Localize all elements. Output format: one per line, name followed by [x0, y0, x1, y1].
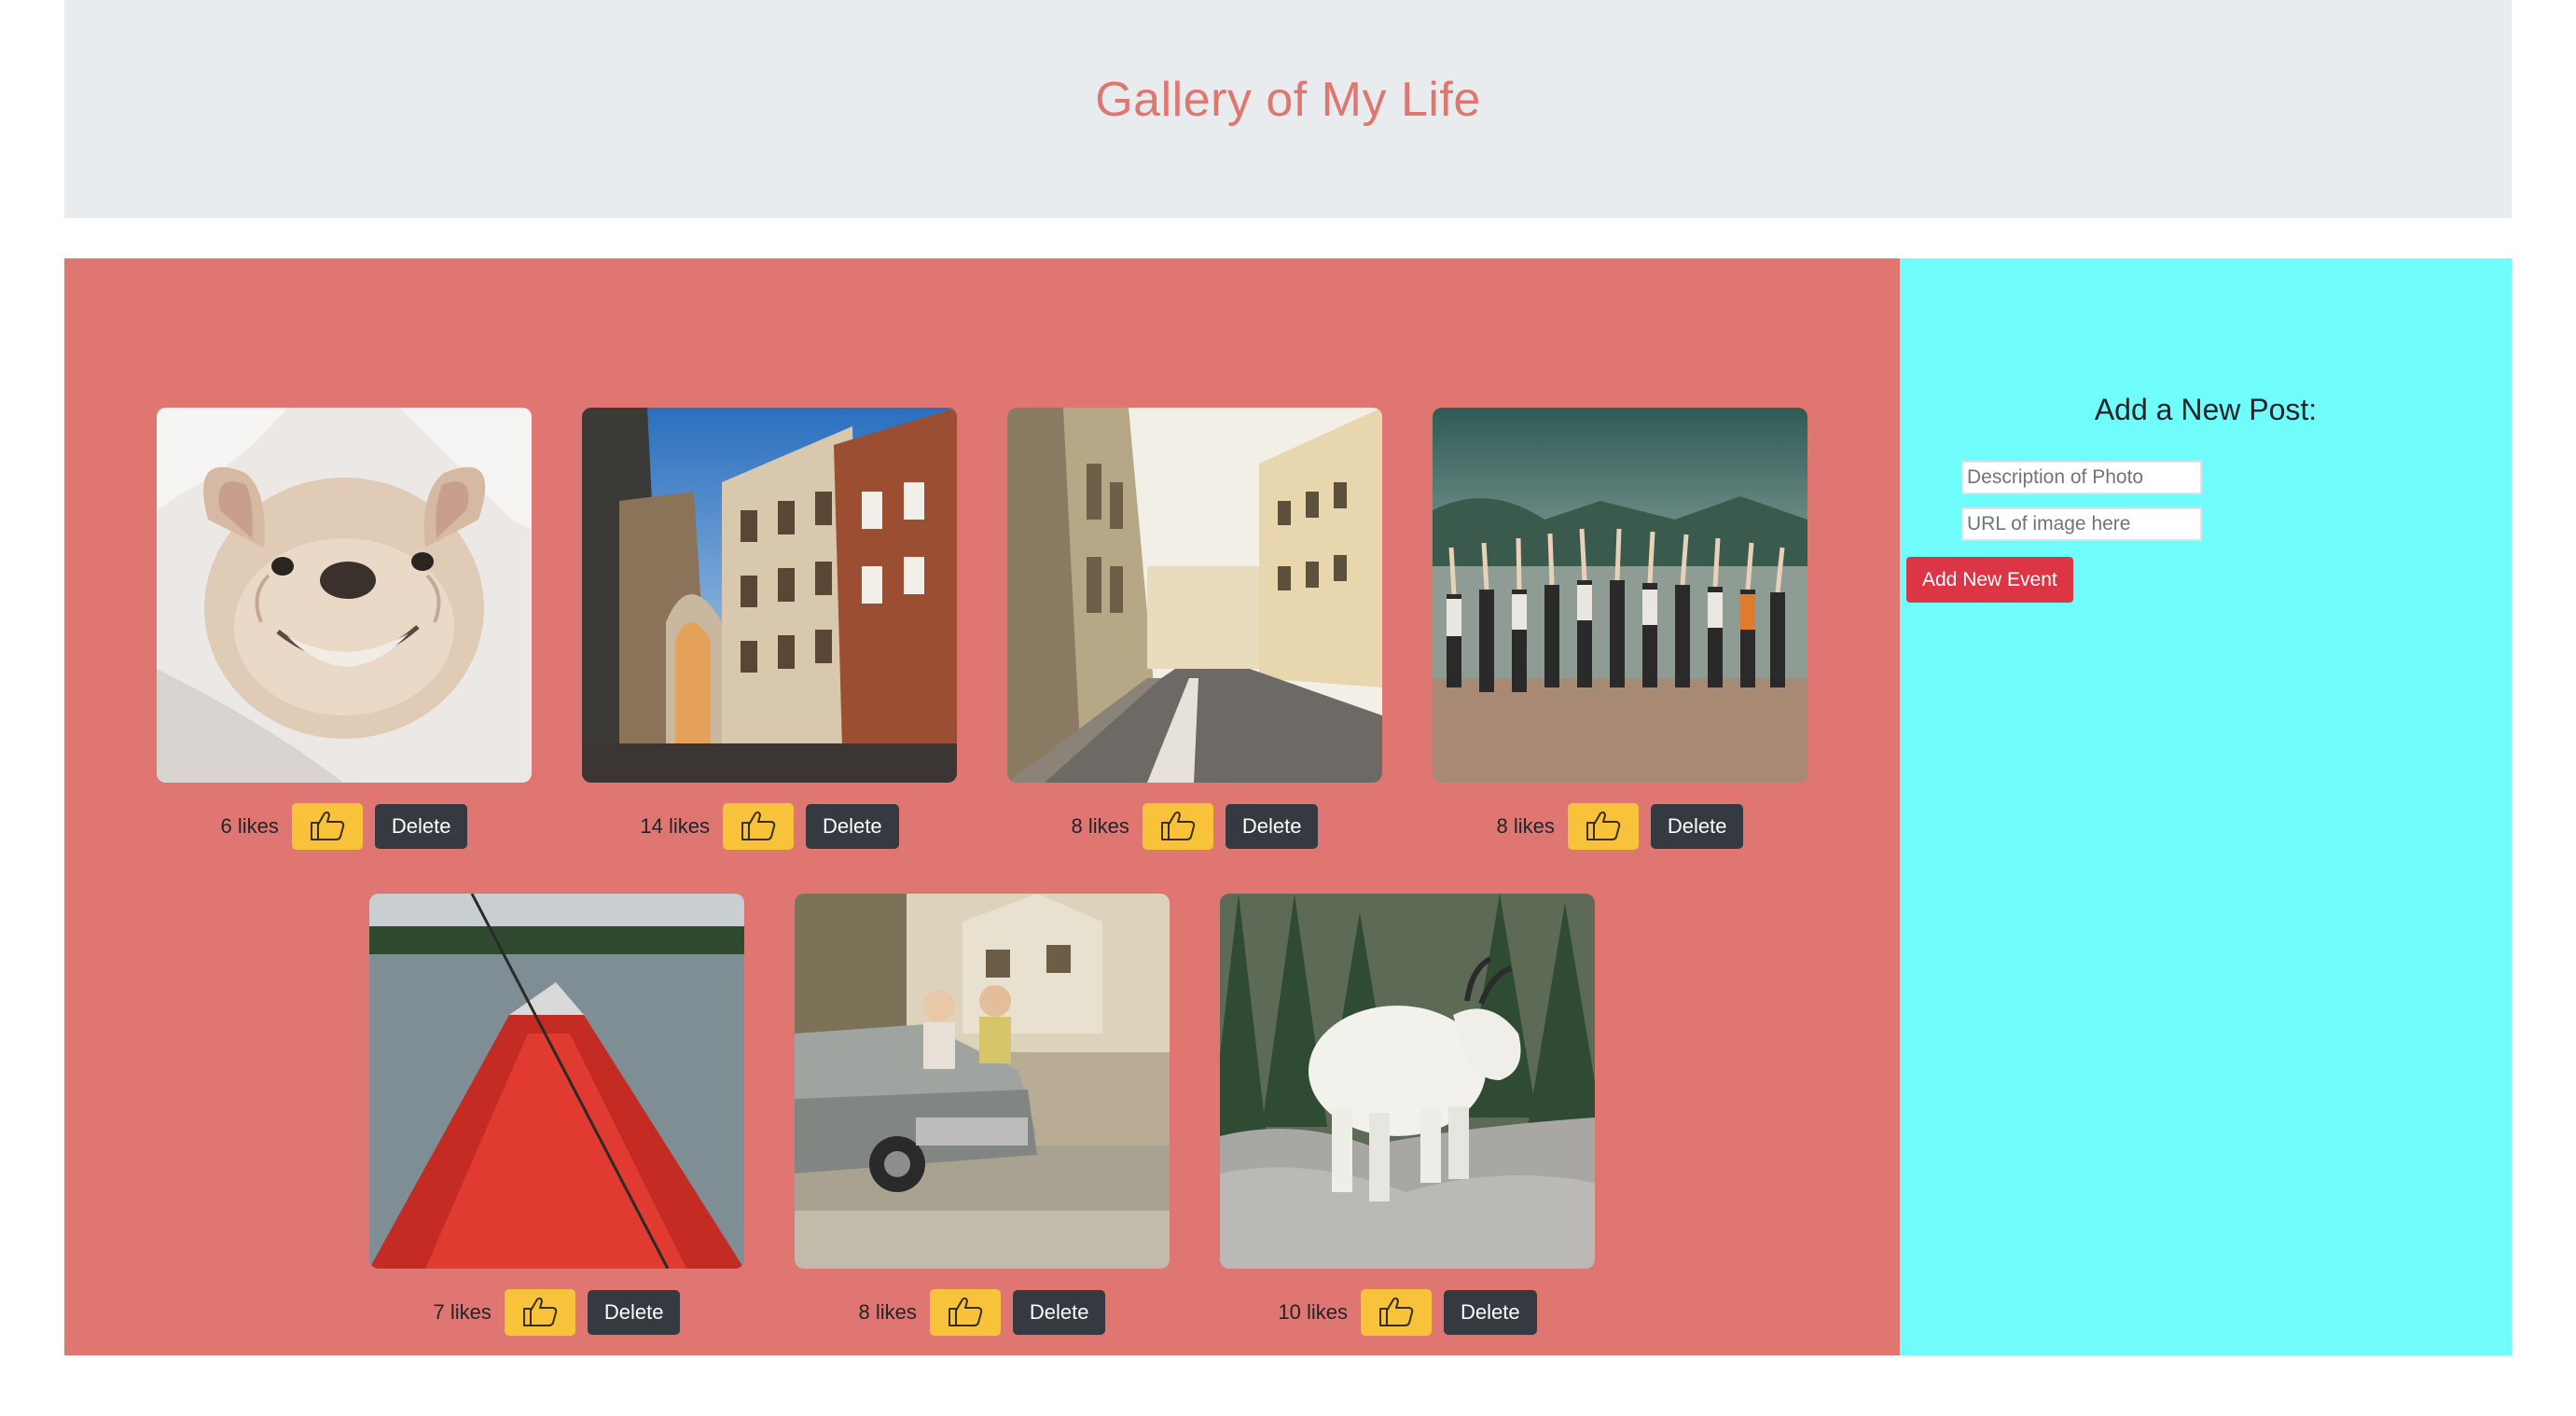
new-post-title: Add a New Post: [2094, 393, 2318, 426]
post-controls: 8 likes Delete [1072, 803, 1319, 850]
thumbs-up-icon [947, 1296, 984, 1330]
like-button[interactable] [723, 803, 794, 850]
photo-bulldog [157, 408, 532, 783]
header: Gallery of My Life [64, 0, 2512, 218]
like-button[interactable] [1361, 1289, 1432, 1336]
likes-count: 7 likes [433, 1300, 492, 1324]
like-button[interactable] [1567, 803, 1639, 850]
like-button[interactable] [1142, 803, 1213, 850]
gallery-panel: 6 likes Delete 14 likes Delete 8 likes D… [64, 258, 1900, 1355]
post-controls: 10 likes Delete [1278, 1289, 1537, 1336]
photo-card: 8 likes Delete [795, 894, 1170, 1336]
thumbs-up-icon [521, 1296, 559, 1330]
post-controls: 6 likes Delete [221, 803, 468, 850]
photo-yoga-group [1433, 408, 1807, 783]
delete-button[interactable]: Delete [806, 804, 899, 849]
photo-mountain-goat [1220, 894, 1595, 1269]
new-post-panel: Add a New Post: Add New Event [1900, 258, 2512, 1355]
page: Gallery of My Life 6 likes Delete 14 lik… [0, 0, 2576, 1416]
gallery-row: 6 likes Delete 14 likes Delete 8 likes D… [64, 408, 1900, 850]
like-button[interactable] [504, 1289, 575, 1336]
like-button[interactable] [929, 1289, 1001, 1336]
thumbs-up-icon [1159, 810, 1197, 844]
photo-card: 10 likes Delete [1220, 894, 1595, 1336]
likes-count: 8 likes [1071, 814, 1129, 838]
delete-button[interactable]: Delete [1650, 804, 1744, 849]
likes-count: 10 likes [1278, 1300, 1348, 1324]
post-controls: 8 likes Delete [859, 1289, 1106, 1336]
photo-kids-car [795, 894, 1170, 1269]
photo-card: 6 likes Delete [157, 408, 532, 850]
likes-count: 8 likes [858, 1300, 917, 1324]
delete-button[interactable]: Delete [1444, 1290, 1537, 1335]
thumbs-up-icon [309, 810, 346, 844]
add-new-event-button[interactable]: Add New Event [1906, 557, 2073, 603]
post-controls: 8 likes Delete [1497, 803, 1744, 850]
photo-card: 14 likes Delete [582, 408, 957, 850]
delete-button[interactable]: Delete [587, 1290, 681, 1335]
image-url-input[interactable] [1961, 507, 2202, 541]
description-input[interactable] [1961, 461, 2202, 494]
likes-count: 14 likes [640, 814, 710, 838]
page-title: Gallery of My Life [1095, 73, 1481, 127]
thumbs-up-icon [1585, 810, 1622, 844]
likes-count: 6 likes [220, 814, 279, 838]
photo-archway-street [582, 408, 957, 783]
thumbs-up-icon [1378, 1296, 1415, 1330]
like-button[interactable] [291, 803, 363, 850]
gallery-row: 7 likes Delete 8 likes Delete 10 likes D… [64, 894, 1900, 1336]
photo-canoe [369, 894, 744, 1269]
thumbs-up-icon [740, 810, 777, 844]
delete-button[interactable]: Delete [1225, 804, 1319, 849]
likes-count: 8 likes [1496, 814, 1555, 838]
delete-button[interactable]: Delete [1012, 1290, 1106, 1335]
post-controls: 14 likes Delete [640, 803, 899, 850]
photo-paris-street [1007, 408, 1382, 783]
delete-button[interactable]: Delete [374, 804, 468, 849]
post-controls: 7 likes Delete [434, 1289, 681, 1336]
photo-card: 8 likes Delete [1433, 408, 1807, 850]
photo-card: 7 likes Delete [369, 894, 744, 1336]
photo-card: 8 likes Delete [1007, 408, 1382, 850]
